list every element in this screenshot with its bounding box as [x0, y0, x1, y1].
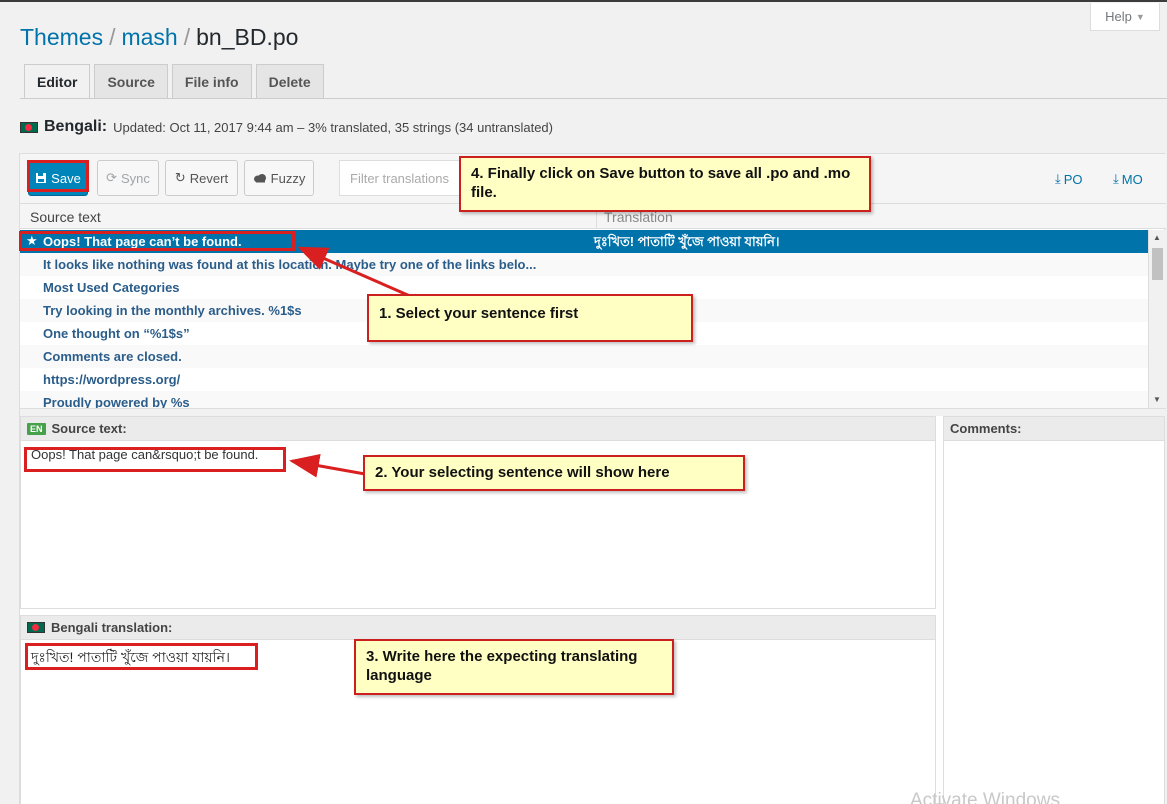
breadcrumb-separator: /: [109, 24, 116, 50]
source-highlight: [24, 447, 286, 472]
scroll-up-icon[interactable]: ▲: [1153, 233, 1161, 242]
tab-editor[interactable]: Editor: [24, 64, 91, 99]
row-source: Try looking in the monthly archives. %1$…: [43, 303, 302, 318]
help-label: Help: [1105, 9, 1132, 24]
revert-label: Revert: [189, 170, 229, 186]
sync-icon: ⟳: [106, 170, 117, 185]
row-source: Most Used Categories: [43, 280, 180, 295]
row-source: Comments are closed.: [43, 349, 182, 364]
help-button[interactable]: Help ▼: [1090, 3, 1160, 31]
scroll-thumb[interactable]: [1152, 248, 1163, 280]
page-title: bn_BD.po: [196, 24, 299, 50]
breadcrumb-separator: /: [183, 24, 191, 50]
breadcrumb-themes-link[interactable]: Themes: [20, 24, 103, 50]
row-source: One thought on “%1$s”: [43, 326, 190, 341]
activate-windows-watermark: Activate Windows: [910, 790, 1060, 804]
translation-pane-title: Bengali translation:: [51, 620, 173, 635]
tab-source[interactable]: Source: [94, 64, 168, 99]
tabs-divider: [20, 98, 1167, 99]
annotation-step-1: 1. Select your sentence first: [367, 294, 693, 342]
sync-button[interactable]: ⟳ Sync: [97, 160, 159, 196]
en-badge: EN: [27, 422, 46, 435]
save-highlight: [27, 160, 89, 192]
scroll-down-icon[interactable]: ▼: [1153, 395, 1161, 404]
cloud-icon: [253, 174, 266, 183]
translation-pane-header: Bengali translation:: [21, 616, 935, 640]
source-pane-title: Source text:: [51, 421, 127, 436]
po-label: PO: [1063, 171, 1083, 187]
comments-textarea[interactable]: [944, 441, 1164, 803]
comments-pane-header: Comments:: [944, 417, 1164, 441]
row-source: It looks like nothing was found at this …: [43, 257, 537, 272]
breadcrumb: Themes / mash / bn_BD.po: [20, 24, 298, 51]
bangladesh-flag-icon: [20, 121, 38, 133]
mo-label: MO: [1121, 171, 1143, 187]
pane-resize-handle[interactable]: [20, 408, 1166, 416]
download-icon: ⤓: [1055, 171, 1061, 186]
download-po-link[interactable]: ⤓ PO: [1055, 171, 1083, 187]
list-item[interactable]: https://wordpress.org/: [20, 368, 1148, 391]
download-icon: ⤓: [1113, 171, 1119, 186]
chevron-down-icon: ▼: [1135, 11, 1145, 22]
file-meta: Bengali: Updated: Oct 11, 2017 9:44 am –…: [20, 118, 553, 136]
tab-file-info[interactable]: File info: [171, 64, 252, 99]
annotation-step-2: 2. Your selecting sentence will show her…: [363, 455, 745, 491]
top-border: [0, 0, 1167, 2]
sync-label: Sync: [121, 170, 150, 186]
language-name: Bengali:: [44, 118, 108, 135]
list-item[interactable]: Proudly powered by %s: [20, 391, 1148, 408]
list-item[interactable]: It looks like nothing was found at this …: [20, 253, 1148, 276]
list-scrollbar[interactable]: ▲ ▼: [1148, 230, 1165, 408]
revert-button[interactable]: ↻ Revert: [165, 160, 238, 196]
source-text-pane: EN Source text: Oops! That page can&rsqu…: [20, 416, 936, 609]
row-translation: দুঃখিত! পাতাটি খুঁজে পাওয়া যায়নি।: [594, 234, 780, 249]
fuzzy-button[interactable]: Fuzzy: [244, 160, 314, 196]
source-pane-header: EN Source text:: [21, 417, 935, 441]
download-mo-link[interactable]: ⤓ MO: [1113, 171, 1143, 187]
list-item[interactable]: Comments are closed.: [20, 345, 1148, 368]
annotation-step-4: 4. Finally click on Save button to save …: [459, 156, 871, 212]
row-source: Proudly powered by %s: [43, 395, 190, 408]
breadcrumb-mash-link[interactable]: mash: [121, 24, 177, 50]
fuzzy-label: Fuzzy: [270, 170, 306, 186]
translation-highlight: [25, 643, 258, 670]
row-source: https://wordpress.org/: [43, 372, 181, 387]
bangladesh-flag-icon: [27, 622, 45, 633]
tab-bar: Editor Source File info Delete: [24, 64, 324, 99]
column-source-text[interactable]: Source text: [30, 209, 101, 225]
file-status: Updated: Oct 11, 2017 9:44 am – 3% trans…: [113, 119, 553, 135]
revert-icon: ↻: [174, 170, 186, 185]
row-highlight: [19, 231, 295, 251]
annotation-step-3: 3. Write here the expecting translating …: [354, 639, 674, 695]
tab-delete[interactable]: Delete: [255, 64, 324, 99]
comments-pane-title: Comments:: [950, 421, 1022, 436]
comments-pane: Comments:: [943, 416, 1165, 804]
